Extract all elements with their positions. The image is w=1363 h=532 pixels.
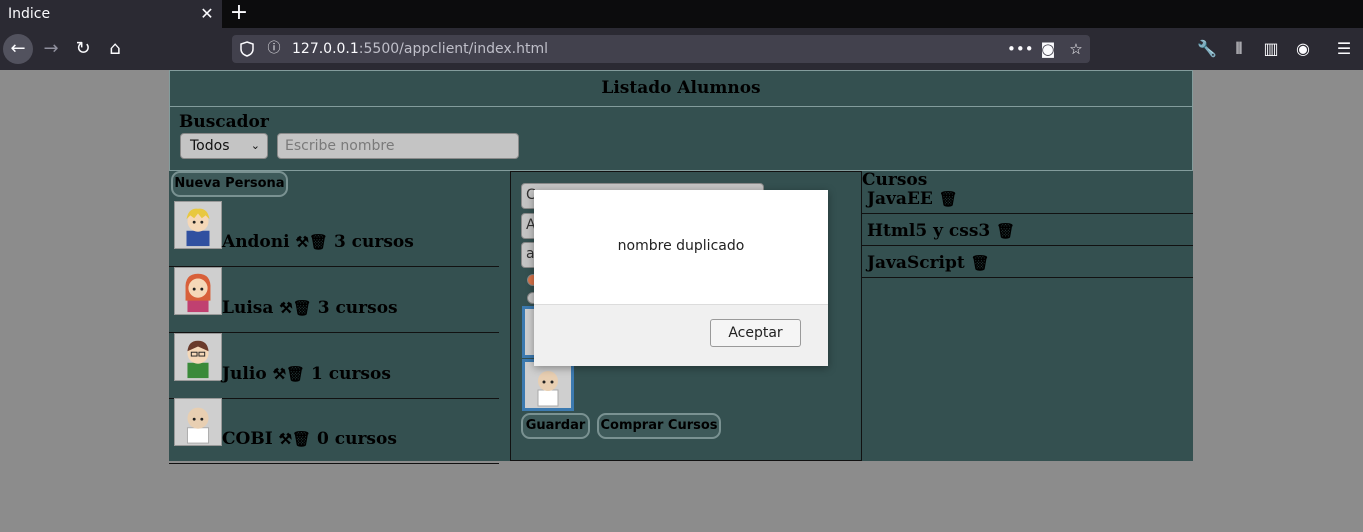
new-person-button[interactable]: Nueva Persona (171, 171, 288, 197)
avatar-option-selected[interactable] (522, 359, 574, 411)
dialog-footer: Aceptar (534, 304, 828, 366)
search-panel: Buscador Todos ⌄ (169, 107, 1193, 171)
search-input[interactable] (277, 133, 519, 159)
buy-courses-button[interactable]: Comprar Cursos (597, 413, 721, 439)
person-name: Julio (222, 364, 267, 384)
avatar (174, 267, 222, 315)
trash-icon[interactable]: 🗑 (309, 233, 328, 251)
page-actions-icon[interactable]: ••• (1007, 35, 1034, 63)
menu-icon[interactable]: ☰ (1330, 34, 1358, 64)
url-bar[interactable]: ⓘ 127.0.0.1:5500/appclient/index.html ••… (232, 35, 1090, 63)
person-name: Andoni (222, 232, 290, 252)
tools-wrench-icon[interactable]: 🔧 (1193, 34, 1221, 64)
course-count: 0 cursos (317, 429, 397, 449)
course-label: JavaEE 🗑 (867, 189, 958, 209)
list-item[interactable]: COBI ⚒🗑 0 cursos (169, 398, 499, 464)
person-label: Andoni ⚒🗑 3 cursos (222, 232, 414, 252)
person-label: Julio ⚒🗑 1 cursos (222, 364, 391, 384)
trash-icon[interactable]: 🗑 (971, 254, 990, 272)
trash-icon[interactable]: 🗑 (939, 190, 958, 208)
course-name: JavaScript (867, 253, 965, 273)
tab-strip: Indice ✕ + (0, 0, 1363, 28)
accept-button[interactable]: Aceptar (710, 319, 801, 347)
course-item: JavaScript 🗑 (862, 246, 1193, 278)
url-path: :5500/appclient/index.html (358, 41, 549, 57)
avatar (174, 201, 222, 249)
list-item[interactable]: Julio ⚒🗑 1 cursos (169, 333, 499, 399)
trash-icon[interactable]: 🗑 (293, 299, 312, 317)
course-count: 3 cursos (333, 232, 414, 252)
library-icon[interactable]: ⫴ (1225, 34, 1253, 64)
navigation-toolbar: ← → ↻ ⌂ ⓘ 127.0.0.1:5500/appclient/index… (0, 28, 1363, 70)
list-item[interactable]: Luisa ⚒🗑 3 cursos (169, 267, 499, 333)
tab-active[interactable]: Indice ✕ (0, 0, 222, 28)
person-name: Luisa (222, 298, 274, 318)
course-count: 3 cursos (317, 298, 398, 318)
person-name: COBI (222, 429, 273, 449)
filter-select[interactable]: Todos ⌄ (180, 133, 268, 159)
avatar (174, 398, 222, 446)
trash-icon[interactable]: 🗑 (292, 430, 311, 448)
course-name: JavaEE (867, 189, 933, 209)
dialog-message: nombre duplicado (617, 238, 745, 254)
forward-arrow-icon[interactable]: → (36, 34, 66, 64)
trash-icon[interactable]: 🗑 (286, 365, 305, 383)
people-list: Nueva Persona Andoni ⚒🗑 3 cursos Luisa ⚒… (169, 171, 509, 464)
course-label: Html5 y css3 🗑 (867, 221, 1015, 241)
edit-tools-icon[interactable]: ⚒ (273, 365, 286, 383)
url-text[interactable]: 127.0.0.1:5500/appclient/index.html (292, 35, 548, 63)
account-icon[interactable]: ◉ (1289, 34, 1317, 64)
chevron-down-icon: ⌄ (250, 139, 260, 152)
person-label: Luisa ⚒🗑 3 cursos (222, 298, 398, 318)
courses-panel: Cursos JavaEE 🗑 Html5 y css3 🗑 JavaScrip… (862, 170, 1193, 461)
course-label: JavaScript 🗑 (867, 253, 990, 273)
new-tab-icon[interactable]: + (228, 0, 250, 28)
url-host: 127.0.0.1 (292, 41, 359, 57)
home-icon[interactable]: ⌂ (100, 34, 130, 64)
course-name: Html5 y css3 (867, 221, 991, 241)
filter-selected-value: Todos (190, 138, 230, 154)
sidebar-icon[interactable]: ▥ (1257, 34, 1285, 64)
search-heading: Buscador (179, 112, 269, 132)
page-title: Listado Alumnos (169, 70, 1193, 107)
edit-tools-icon[interactable]: ⚒ (279, 430, 292, 448)
save-button[interactable]: Guardar (521, 413, 590, 439)
reload-icon[interactable]: ↻ (68, 34, 98, 64)
tab-title: Indice (8, 6, 51, 22)
avatar (174, 333, 222, 381)
bookmark-star-icon[interactable]: ☆ (1064, 35, 1088, 63)
site-info-icon[interactable]: ⓘ (266, 35, 282, 63)
course-count: 1 cursos (311, 364, 391, 384)
person-label: COBI ⚒🗑 0 cursos (222, 429, 397, 449)
course-item: Html5 y css3 🗑 (862, 214, 1193, 246)
course-item: JavaEE 🗑 (862, 182, 1193, 214)
trash-icon[interactable]: 🗑 (996, 222, 1015, 240)
pocket-icon[interactable]: ◙ (1036, 35, 1060, 63)
edit-tools-icon[interactable]: ⚒ (296, 233, 309, 251)
back-arrow-icon[interactable]: ← (3, 34, 33, 64)
edit-tools-icon[interactable]: ⚒ (279, 299, 292, 317)
list-item[interactable]: Andoni ⚒🗑 3 cursos (169, 201, 499, 267)
alert-dialog: nombre duplicado Aceptar (534, 190, 828, 366)
tracking-shield-icon[interactable] (240, 41, 254, 57)
close-tab-icon[interactable]: ✕ (198, 0, 216, 28)
